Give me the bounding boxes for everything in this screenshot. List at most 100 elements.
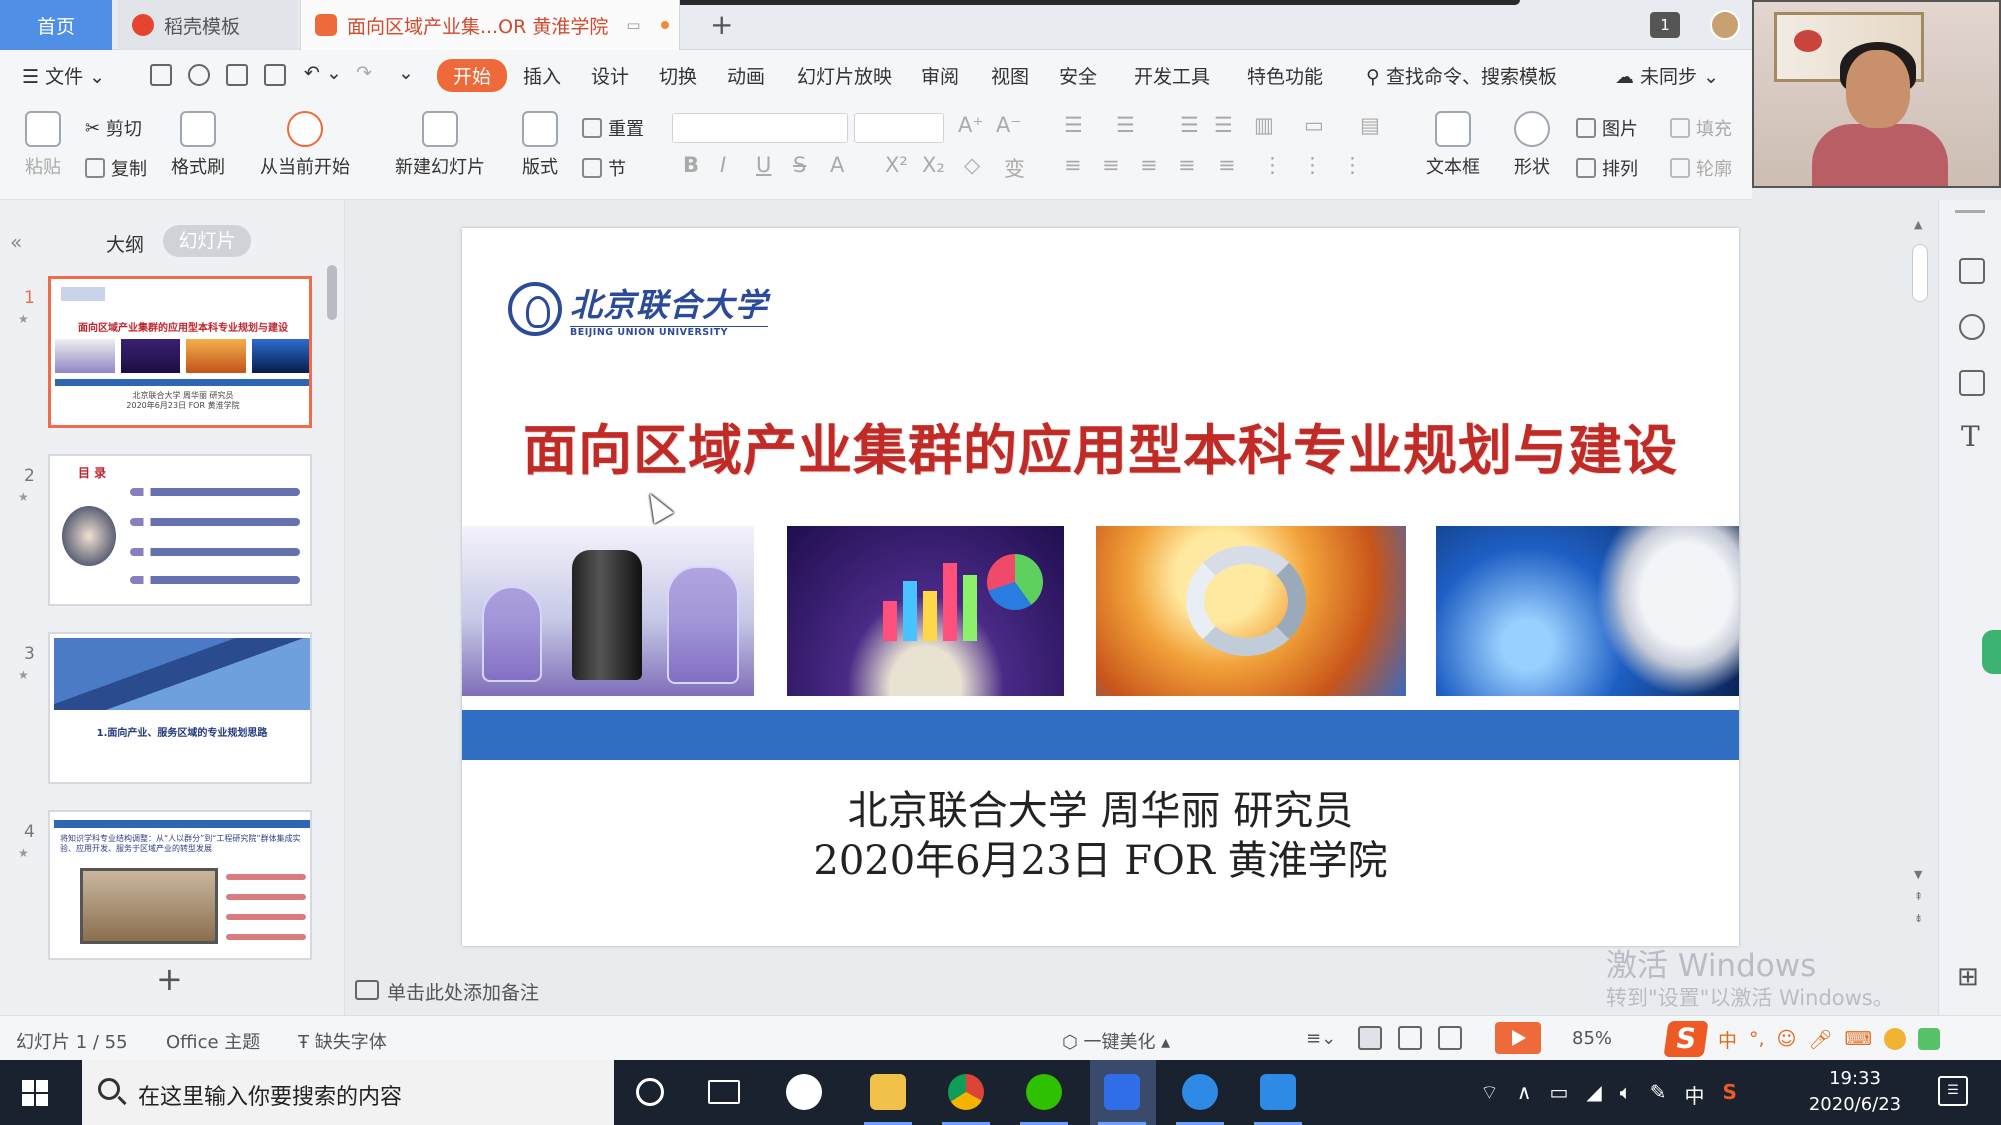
windows-start-icon[interactable] xyxy=(22,1080,48,1106)
distribute-icon[interactable]: ≡ xyxy=(1218,153,1236,177)
monitor-icon[interactable]: ▭ xyxy=(626,16,640,34)
microphone-icon[interactable]: 🎤︎ xyxy=(1808,1028,1832,1051)
image-robot-globe[interactable] xyxy=(1436,526,1739,696)
increase-indent-icon[interactable]: ☰ xyxy=(1214,113,1233,137)
menu-developer[interactable]: 开发工具 xyxy=(1134,62,1210,89)
text-tool-icon[interactable]: T xyxy=(1961,420,1980,453)
slide-title[interactable]: 面向区域产业集群的应用型本科专业规划与建设 xyxy=(462,406,1739,485)
notes-toggle-icon[interactable]: ≡⌄ xyxy=(1306,1028,1336,1049)
emoji-icon[interactable]: ☺ xyxy=(1777,1028,1797,1050)
tab-document[interactable]: 面向区域产业集...OR 黄淮学院 ▭ xyxy=(300,0,680,50)
shrink-font-icon[interactable]: A⁻ xyxy=(996,113,1021,137)
undo-icon[interactable]: ↶ ⌄ xyxy=(304,62,342,84)
arrange-button[interactable]: 排列 xyxy=(1576,155,1638,181)
strikethrough-icon[interactable]: S xyxy=(793,153,806,177)
slide-sorter-icon[interactable] xyxy=(1398,1026,1422,1050)
network-icon[interactable]: ◢ xyxy=(1586,1080,1601,1109)
align-right-icon[interactable]: ≡ xyxy=(1140,153,1158,177)
collapse-panel-icon[interactable]: « xyxy=(10,230,22,254)
app-icon[interactable] xyxy=(786,1074,822,1110)
slideshow-play-button[interactable] xyxy=(1495,1022,1541,1054)
feishu-icon[interactable] xyxy=(1182,1074,1218,1110)
slide-author[interactable]: 北京联合大学 周华丽 研究员 xyxy=(462,786,1739,836)
taskbar-search[interactable]: 在这里输入你要搜索的内容 xyxy=(82,1060,614,1125)
menu-animation[interactable]: 动画 xyxy=(727,62,765,89)
image-golden-coins[interactable] xyxy=(1096,526,1406,696)
tab-slides[interactable]: 幻灯片 xyxy=(163,225,251,257)
avatar[interactable] xyxy=(1710,10,1740,40)
ime-indicator[interactable]: 中 xyxy=(1685,1080,1705,1109)
scroll-up-icon[interactable]: ▲ xyxy=(1914,218,1922,231)
ime-toolbar[interactable]: S 中 °, ☺ 🎤︎ ⌨ xyxy=(1663,1020,2001,1058)
slide-canvas[interactable]: 北京联合大学 BEIJING UNION UNIVERSITY 面向区域产业集群… xyxy=(462,228,1739,946)
file-explorer-icon[interactable] xyxy=(870,1074,906,1110)
chrome-icon[interactable] xyxy=(948,1074,984,1110)
toolbox-icon[interactable] xyxy=(1917,1028,1940,1050)
bold-icon[interactable]: B xyxy=(683,153,699,177)
calendar-app-icon[interactable] xyxy=(1260,1074,1296,1110)
tab-outline[interactable]: 大纲 xyxy=(106,230,144,257)
next-slide-icon[interactable]: ⇟ xyxy=(1914,912,1923,925)
menu-view[interactable]: 视图 xyxy=(991,62,1029,89)
notification-center-icon[interactable]: ☰ xyxy=(1938,1076,1968,1106)
menu-transition[interactable]: 切换 xyxy=(659,62,697,89)
outline-button[interactable]: 轮廓 xyxy=(1670,155,1732,181)
paste-button[interactable]: 粘贴 xyxy=(18,111,68,179)
properties-icon[interactable] xyxy=(1959,258,1985,284)
decrease-indent-icon[interactable]: ☰ xyxy=(1180,113,1199,137)
italic-icon[interactable]: I xyxy=(720,153,726,177)
text-direction-icon[interactable]: ▤ xyxy=(1360,113,1380,137)
sogou-icon[interactable]: S xyxy=(1663,1021,1709,1057)
chevron-up-icon[interactable]: ∧ xyxy=(1517,1080,1532,1109)
keyboard-icon[interactable]: ⌨ xyxy=(1845,1028,1872,1050)
picture-button[interactable]: 图片 xyxy=(1576,115,1638,141)
bullet-list-icon[interactable]: ☰ xyxy=(1064,113,1083,137)
customize-icon[interactable]: ⌄ xyxy=(398,62,414,84)
reading-view-icon[interactable] xyxy=(1438,1026,1462,1050)
zoom-level[interactable]: 85% xyxy=(1572,1028,1612,1049)
slide-thumbnail-4[interactable]: 将知识学科专业结构调整：从“人以群分”到“工程研究院”群体集成实验、应用开发、服… xyxy=(48,810,312,960)
line-spacing-icon[interactable]: ▭ xyxy=(1304,113,1324,137)
wps-office-icon[interactable] xyxy=(1104,1074,1140,1110)
grid-icon[interactable]: ⊞ xyxy=(1957,962,1979,992)
beautify-button[interactable]: ⬡ 一键美化 ▴ xyxy=(1062,1028,1170,1054)
panel-scrollbar[interactable] xyxy=(327,265,337,320)
menu-design[interactable]: 设计 xyxy=(591,62,629,89)
redo-icon[interactable]: ↷ xyxy=(356,62,372,84)
vertical-align-icon[interactable]: ⋮ xyxy=(1262,153,1283,177)
scroll-down-icon[interactable]: ▼ xyxy=(1914,868,1922,881)
new-tab-button[interactable]: + xyxy=(710,8,733,41)
cortana-icon[interactable] xyxy=(636,1078,664,1106)
sync-status[interactable]: ☁ 未同步 ⌄ xyxy=(1615,62,1719,89)
text-box-button[interactable]: 文本框 xyxy=(1420,111,1486,179)
format-painter-button[interactable]: 格式刷 xyxy=(168,111,228,179)
skin-icon[interactable] xyxy=(1883,1028,1906,1050)
window-count-badge[interactable]: 1 xyxy=(1650,12,1680,38)
layout-button[interactable]: 版式 xyxy=(510,111,570,179)
save-icon[interactable] xyxy=(150,64,172,86)
clock[interactable]: 19:33 2020/6/23 xyxy=(1800,1066,1910,1118)
menu-review[interactable]: 审阅 xyxy=(921,62,959,89)
align-left-icon[interactable]: ≡ xyxy=(1064,153,1082,177)
ime-language[interactable]: 中 xyxy=(1718,1026,1737,1053)
menu-insert[interactable]: 插入 xyxy=(523,62,561,89)
menu-start[interactable]: 开始 xyxy=(437,59,508,92)
grow-font-icon[interactable]: A⁺ xyxy=(958,113,983,137)
slide-thumbnail-1[interactable]: 面向区域产业集群的应用型本科专业规划与建设 北京联合大学 周华丽 研究员 2020… xyxy=(48,276,312,428)
image-microscope[interactable] xyxy=(462,526,754,696)
fill-button[interactable]: 填充 xyxy=(1670,115,1732,141)
add-slide-button[interactable]: + xyxy=(156,960,183,998)
justify-icon[interactable]: ≡ xyxy=(1178,153,1196,177)
animation-icon[interactable] xyxy=(1959,314,1985,340)
shape-button[interactable]: 形状 xyxy=(1502,111,1562,179)
superscript-icon[interactable]: X² xyxy=(885,153,908,177)
battery-icon[interactable]: ▭ xyxy=(1549,1080,1568,1109)
subscript-icon[interactable]: X₂ xyxy=(922,153,945,177)
menu-slideshow[interactable]: 幻灯片放映 xyxy=(797,62,892,89)
file-menu[interactable]: ☰ 文件 ⌄ xyxy=(22,62,105,89)
columns-icon[interactable]: ▥ xyxy=(1254,113,1274,137)
menu-security[interactable]: 安全 xyxy=(1059,62,1097,89)
align-center-icon[interactable]: ≡ xyxy=(1102,153,1120,177)
scroll-thumb[interactable] xyxy=(1912,244,1928,302)
slide-scrollbar[interactable]: ▲ ▼ ⇞ ⇟ xyxy=(1910,218,1930,948)
